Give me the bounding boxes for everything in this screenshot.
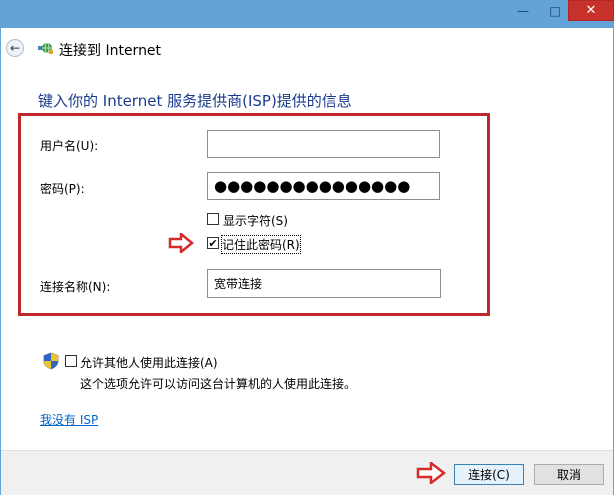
password-value: ●●●●●●●●●●●●●●● bbox=[214, 177, 411, 195]
minimize-button[interactable]: — bbox=[508, 0, 538, 22]
cancel-button[interactable]: 取消 bbox=[534, 464, 604, 485]
back-arrow-icon: ← bbox=[9, 41, 21, 55]
close-button[interactable]: ✕ bbox=[568, 0, 614, 21]
show-characters-checkbox[interactable] bbox=[207, 213, 219, 225]
connect-button-label: 连接(C) bbox=[468, 468, 510, 482]
no-isp-link[interactable]: 我没有 ISP bbox=[40, 411, 98, 428]
show-characters-label: 显示字符(S) bbox=[223, 214, 288, 228]
connection-name-label: 连接名称(N): bbox=[40, 280, 111, 294]
window-titlebar: — □ ✕ bbox=[0, 0, 614, 28]
close-icon: ✕ bbox=[585, 3, 597, 18]
connection-name-value: 宽带连接 bbox=[214, 277, 263, 291]
allow-others-checkbox[interactable] bbox=[65, 355, 77, 367]
checkmark-icon: ✔ bbox=[208, 236, 218, 250]
password-field[interactable]: ●●●●●●●●●●●●●●● bbox=[207, 172, 440, 200]
uac-shield-icon bbox=[43, 352, 59, 370]
remember-password-checkbox[interactable]: ✔ bbox=[207, 237, 219, 249]
red-arrow-icon bbox=[168, 233, 194, 253]
minimize-icon: — bbox=[517, 4, 529, 18]
connection-name-field[interactable]: 宽带连接 bbox=[207, 269, 441, 298]
instruction-heading: 键入你的 Internet 服务提供商(ISP)提供的信息 bbox=[38, 92, 352, 110]
red-arrow-icon bbox=[416, 462, 446, 484]
allow-others-label: 允许其他人使用此连接(A) bbox=[80, 356, 218, 370]
allow-others-description: 这个选项允许可以访问这台计算机的人使用此连接。 bbox=[80, 377, 357, 391]
maximize-icon: □ bbox=[549, 4, 561, 18]
dialog-footer: 连接(C) 取消 bbox=[1, 450, 613, 495]
window-border-left bbox=[0, 28, 1, 495]
remember-password-label: 记住此密码(R) bbox=[221, 235, 301, 254]
cancel-button-label: 取消 bbox=[556, 468, 581, 482]
dialog-header: ← 连接到 Internet bbox=[1, 28, 613, 70]
dialog-title: 连接到 Internet bbox=[59, 43, 162, 59]
password-label: 密码(P): bbox=[40, 182, 85, 196]
username-field[interactable] bbox=[207, 130, 440, 158]
connect-button[interactable]: 连接(C) bbox=[454, 464, 524, 485]
maximize-button[interactable]: □ bbox=[540, 0, 570, 22]
back-button[interactable]: ← bbox=[6, 39, 24, 57]
network-globe-icon bbox=[38, 42, 53, 54]
username-label: 用户名(U): bbox=[40, 139, 99, 153]
